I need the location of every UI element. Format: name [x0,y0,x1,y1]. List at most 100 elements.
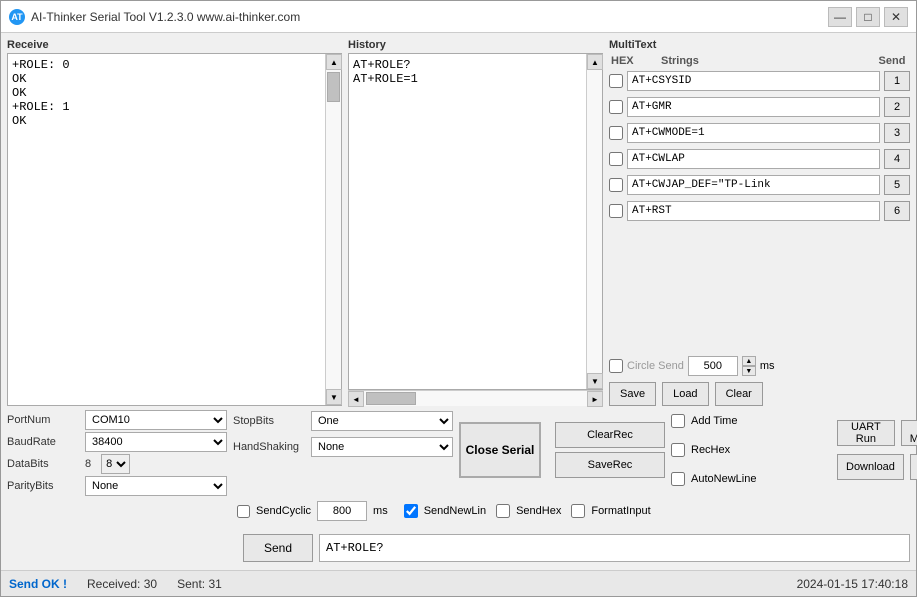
send-button[interactable]: Send [243,534,313,562]
hide-history-button[interactable]: Hide History [910,454,917,480]
mt-send-btn-4[interactable]: 4 [884,149,910,169]
clearrec-button[interactable]: ClearRec [555,422,665,448]
history-wrapper: AT+ROLE? AT+ROLE=1 ▲ ▼ ◄ ► [348,53,603,406]
history-scroll-left[interactable]: ◄ [348,391,364,407]
middle-row: PortNum COM10 BaudRate 38400 DataBits 8 … [7,410,910,490]
multitext-row-1: 1 [609,69,910,93]
mt-checkbox-3[interactable] [609,126,623,140]
databits-label: DataBits [7,458,79,470]
multitext-row-2: 2 [609,95,910,119]
mt-input-6[interactable] [627,201,880,221]
mt-checkbox-5[interactable] [609,178,623,192]
rechex-checkbox[interactable] [671,443,685,457]
circle-spinner-down[interactable]: ▼ [742,366,756,376]
history-h-thumb[interactable] [366,392,416,405]
multitext-row-6: 6 [609,199,910,223]
history-content[interactable]: AT+ROLE? AT+ROLE=1 [349,54,586,389]
sent-count: 31 [208,577,221,591]
history-scroll-right[interactable]: ► [587,391,603,407]
serial-section: PortNum COM10 BaudRate 38400 DataBits 8 … [7,410,227,490]
handshaking-select[interactable]: None [311,437,453,457]
multitext-rows: 1 2 3 4 [609,69,910,350]
maximize-button[interactable]: □ [856,7,880,27]
multitext-panel: MultiText HEX Strings Send 1 [609,39,910,406]
uart-section: UART Run Hide MultiText Download Hide Hi… [837,410,917,490]
history-scroll-up[interactable]: ▲ [587,54,603,70]
databits-select[interactable]: 8 [101,454,130,474]
main-window: AT AI-Thinker Serial Tool V1.2.3.0 www.a… [0,0,917,597]
mt-input-2[interactable] [627,97,880,117]
close-serial-button[interactable]: Close Serial [459,422,541,478]
mt-checkbox-1[interactable] [609,74,623,88]
close-serial-wrapper: Close Serial [459,410,549,490]
minimize-button[interactable]: — [828,7,852,27]
save-button[interactable]: Save [609,382,656,406]
hide-multitext-button[interactable]: Hide MultiText [901,420,917,446]
cyclic-value-input[interactable] [317,501,367,521]
circle-spinner: ▲ ▼ [742,356,756,376]
serial-extra: StopBits One HandShaking None [233,410,453,490]
top-row: Receive +ROLE: 0 OK OK +ROLE: 1 OK ▲ ▼ H… [7,39,910,406]
send-hex-checkbox[interactable] [496,504,510,518]
sent-label: Sent: [177,577,205,591]
mt-input-3[interactable] [627,123,880,143]
autonewline-label: AutoNewLine [691,473,756,485]
send-row: Send [7,532,910,564]
scroll-up-btn[interactable]: ▲ [326,54,342,70]
mt-input-5[interactable] [627,175,880,195]
history-content-container: AT+ROLE? AT+ROLE=1 ▲ ▼ [348,53,603,390]
load-button[interactable]: Load [662,382,708,406]
mt-send-btn-5[interactable]: 5 [884,175,910,195]
uart-run-button[interactable]: UART Run [837,420,895,446]
send-cyclic-checkbox[interactable] [237,505,250,518]
mt-send-btn-6[interactable]: 6 [884,201,910,221]
handshaking-label: HandShaking [233,441,305,453]
autonewline-checkbox[interactable] [671,472,685,486]
format-input-label: FormatInput [591,505,650,517]
send-hex-row: SendHex [496,500,561,522]
portnum-select[interactable]: COM10 [85,410,227,430]
scroll-down-btn[interactable]: ▼ [326,389,342,405]
saverec-button[interactable]: SaveRec [555,452,665,478]
mt-send-btn-3[interactable]: 3 [884,123,910,143]
baudrate-select[interactable]: 38400 [85,432,227,452]
send-ok-status: Send OK ! [9,577,67,591]
circle-send-checkbox[interactable] [609,359,623,373]
rec-section: ClearRec SaveRec [555,410,665,490]
multitext-columns: HEX Strings Send [609,53,910,69]
circle-send-label: Circle Send [627,360,684,372]
app-icon: AT [9,9,25,25]
multitext-row-5: 5 [609,173,910,197]
addtime-row: Add Time [671,410,831,431]
mt-send-btn-1[interactable]: 1 [884,71,910,91]
paritybits-select[interactable]: None [85,476,227,496]
history-panel: History AT+ROLE? AT+ROLE=1 ▲ ▼ ◄ [348,39,603,406]
bottom-checks: SendNewLin SendHex FormatInput [404,500,651,522]
stopbits-select[interactable]: One [311,411,453,431]
close-button[interactable]: ✕ [884,7,908,27]
send-newline-checkbox[interactable] [404,504,418,518]
clear-button[interactable]: Clear [715,382,763,406]
receive-content[interactable]: +ROLE: 0 OK OK +ROLE: 1 OK [8,54,325,405]
circle-send-input[interactable] [688,356,738,376]
history-scroll-down[interactable]: ▼ [587,373,603,389]
download-button[interactable]: Download [837,454,904,480]
mt-send-btn-2[interactable]: 2 [884,97,910,117]
window-controls: — □ ✕ [828,7,908,27]
addtime-checkbox[interactable] [671,414,685,428]
mt-input-4[interactable] [627,149,880,169]
format-input-checkbox[interactable] [571,504,585,518]
stopbits-row: StopBits One [233,410,453,432]
mt-checkbox-4[interactable] [609,152,623,166]
mt-checkbox-6[interactable] [609,204,623,218]
uart-row-1: UART Run Hide MultiText [837,420,917,446]
scroll-thumb[interactable] [327,72,340,102]
circle-spinner-up[interactable]: ▲ [742,356,756,366]
send-cyclic-label: SendCyclic [256,505,311,517]
send-input[interactable] [319,534,910,562]
mt-input-1[interactable] [627,71,880,91]
multitext-row-4: 4 [609,147,910,171]
strings-col-header: Strings [631,55,870,67]
uart-row-2: Download Hide History [837,454,917,480]
mt-checkbox-2[interactable] [609,100,623,114]
